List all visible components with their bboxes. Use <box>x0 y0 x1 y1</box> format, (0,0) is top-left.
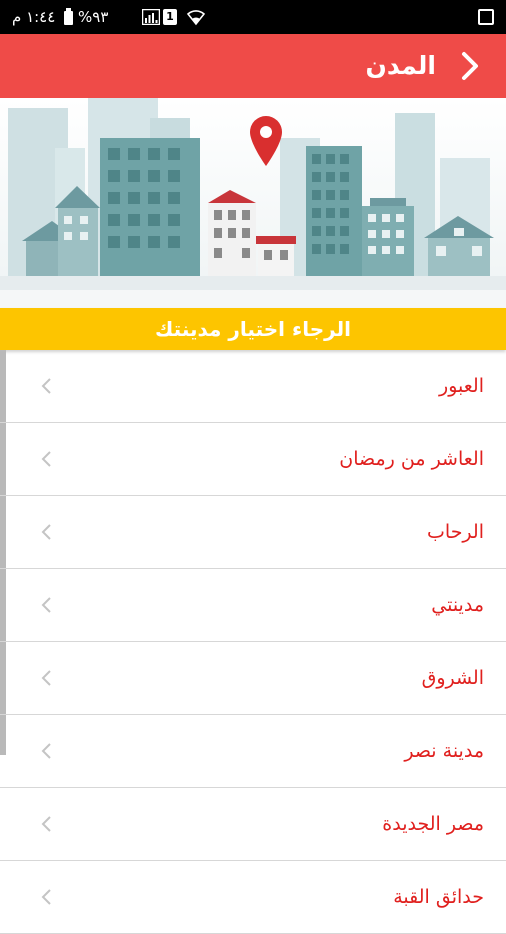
list-item-city[interactable]: الشروق <box>0 642 506 715</box>
chevron-left-icon <box>41 670 51 686</box>
list-item-city[interactable]: الرحاب <box>0 496 506 569</box>
city-name: الشروق <box>421 667 484 689</box>
signal-icon <box>142 9 160 25</box>
chevron-left-icon <box>41 451 51 467</box>
city-name: الرحاب <box>427 521 484 543</box>
chevron-left-icon <box>41 816 51 832</box>
list-item-city[interactable]: العاشر من رمضان <box>0 423 506 496</box>
wifi-icon <box>186 10 206 26</box>
list-item-city[interactable]: مدينتي <box>0 569 506 642</box>
app-header: المدن <box>0 34 506 98</box>
list-item-city[interactable]: حدائق القبة <box>0 861 506 934</box>
list-item-city[interactable]: مصر الجديدة <box>0 788 506 861</box>
chevron-left-icon <box>41 597 51 613</box>
chevron-left-icon <box>41 524 51 540</box>
city-name: العاشر من رمضان <box>339 448 484 470</box>
select-city-prompt: الرجاء اختيار مدينتك <box>0 308 506 350</box>
chevron-left-icon <box>41 378 51 394</box>
battery-icon <box>64 8 73 25</box>
chevron-left-icon <box>41 889 51 905</box>
city-name: العبور <box>439 375 484 397</box>
list-item-city[interactable]: العبور <box>0 350 506 423</box>
list-item-city[interactable]: مدينة نصر <box>0 715 506 788</box>
page-title: المدن <box>365 51 437 80</box>
city-list: العبور العاشر من رمضان الرحاب مدينتي الش… <box>0 350 506 934</box>
battery-percent: %٩٣ <box>78 8 109 26</box>
chevron-left-icon <box>41 743 51 759</box>
gallery-icon <box>478 9 494 25</box>
city-name: حدائق القبة <box>393 886 484 908</box>
city-name: مصر الجديدة <box>382 813 484 835</box>
status-time: ١:٤٤ م <box>12 8 56 26</box>
status-bar: ١:٤٤ م %٩٣ 1 <box>0 0 506 34</box>
sim-icon: 1 <box>163 9 177 25</box>
city-banner <box>0 98 506 308</box>
city-name: مدينتي <box>431 594 484 616</box>
chevron-right-icon[interactable] <box>452 48 488 84</box>
city-name: مدينة نصر <box>404 740 484 762</box>
city-skyline-illustration <box>0 98 506 308</box>
